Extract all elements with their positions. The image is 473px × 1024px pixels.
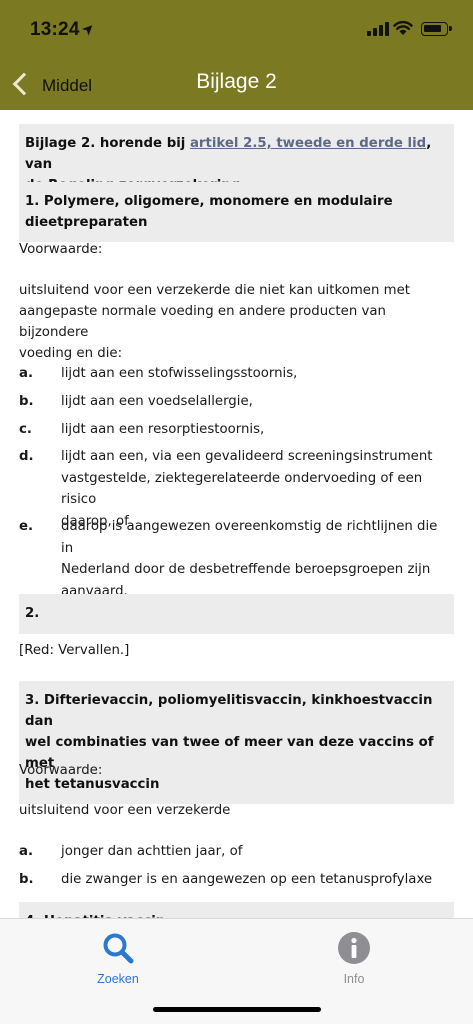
section-1-title: 1. Polymere, oligomere, monomere en modu… <box>19 182 454 242</box>
list-item-letter: a. <box>19 366 34 381</box>
section-2-text: [Red: Vervallen.] <box>19 643 130 658</box>
cellular-signal-icon <box>367 22 389 36</box>
list-item-line: vastgestelde, ziektegerelateerde ondervo… <box>61 470 423 508</box>
tab-info[interactable]: Info <box>294 927 414 986</box>
list-item-text: lijdt aan een resorptiestoornis, <box>61 422 265 437</box>
list-item-letter: a. <box>19 844 34 859</box>
section-1-title-line: dieetpreparaten <box>25 215 148 230</box>
page-title: Bijlage 2 <box>196 70 277 93</box>
list-item-text: daarop is aangewezen overeenkomstig de r… <box>61 516 449 602</box>
tab-info-label: Info <box>343 972 365 986</box>
section-1-intro: uitsluitend voor een verzekerde die niet… <box>19 280 449 364</box>
list-item-letter: b. <box>19 394 34 409</box>
intro-line: aangepaste normale voeding en andere pro… <box>19 304 386 340</box>
list-item: a. jonger dan achttien jaar, of <box>19 841 449 863</box>
navigation-bar: Middel Bijlage 2 <box>0 56 473 110</box>
list-item-letter: e. <box>19 519 34 534</box>
section-3-intro: uitsluitend voor een verzekerde <box>19 803 231 818</box>
list-item: e. daarop is aangewezen overeenkomstig d… <box>19 516 449 602</box>
list-item-line: Nederland door de desbetreffende beroeps… <box>61 562 431 577</box>
tab-search[interactable]: Zoeken <box>58 927 178 986</box>
intro-line: uitsluitend voor een verzekerde die niet… <box>19 283 410 298</box>
home-indicator <box>153 1007 321 1012</box>
list-item-letter: c. <box>19 422 32 437</box>
wifi-icon <box>393 20 413 35</box>
document-content[interactable]: Bijlage 2. horende bij artikel 2.5, twee… <box>0 110 473 918</box>
list-item-text: die zwanger is en aangewezen op een teta… <box>61 872 433 887</box>
section-1-title-line: 1. Polymere, oligomere, monomere en modu… <box>25 194 393 209</box>
search-icon <box>103 933 134 964</box>
list-item: c. lijdt aan een resorptiestoornis, <box>19 419 449 441</box>
location-arrow-icon: ➤ <box>78 19 98 38</box>
section-3-title-line: 3. Difterievaccin, poliomyelitisvaccin, … <box>25 693 433 729</box>
status-bar: 13:24➤ <box>0 0 473 56</box>
list-item-letter: b. <box>19 872 34 887</box>
section-3-title: 3. Difterievaccin, poliomyelitisvaccin, … <box>19 681 454 804</box>
status-time: 13:24➤ <box>30 19 98 40</box>
list-item-letter: d. <box>19 449 34 464</box>
list-item-text: jonger dan achttien jaar, of <box>61 844 243 859</box>
tab-search-label: Zoeken <box>97 972 139 986</box>
info-icon <box>338 932 370 964</box>
header-prefix: Bijlage 2. horende bij <box>25 136 190 151</box>
intro-line: voeding en die: <box>19 346 123 361</box>
section-4-title: 4. Hepatitis-vaccin <box>19 902 454 918</box>
list-item-line: daarop is aangewezen overeenkomstig de r… <box>61 519 438 556</box>
section-1-condition-label: Voorwaarde: <box>19 242 103 257</box>
list-item-text: lijdt aan een stofwisselingsstoornis, <box>61 366 298 381</box>
article-link[interactable]: artikel 2.5, tweede en derde lid <box>190 136 426 151</box>
list-item: a. lijdt aan een stofwisselingsstoornis, <box>19 363 449 385</box>
list-item: b. lijdt aan een voedselallergie, <box>19 391 449 413</box>
section-2-title: 2. <box>19 594 454 634</box>
top-bar: 13:24➤ Middel Bijlage 2 <box>0 0 473 110</box>
list-item: b. die zwanger is en aangewezen op een t… <box>19 869 449 891</box>
section-3-condition-label: Voorwaarde: <box>19 763 103 778</box>
list-item-text: lijdt aan een voedselallergie, <box>61 394 253 409</box>
list-item-line: lijdt aan een, via een gevalideerd scree… <box>61 449 433 464</box>
battery-icon <box>421 22 452 36</box>
